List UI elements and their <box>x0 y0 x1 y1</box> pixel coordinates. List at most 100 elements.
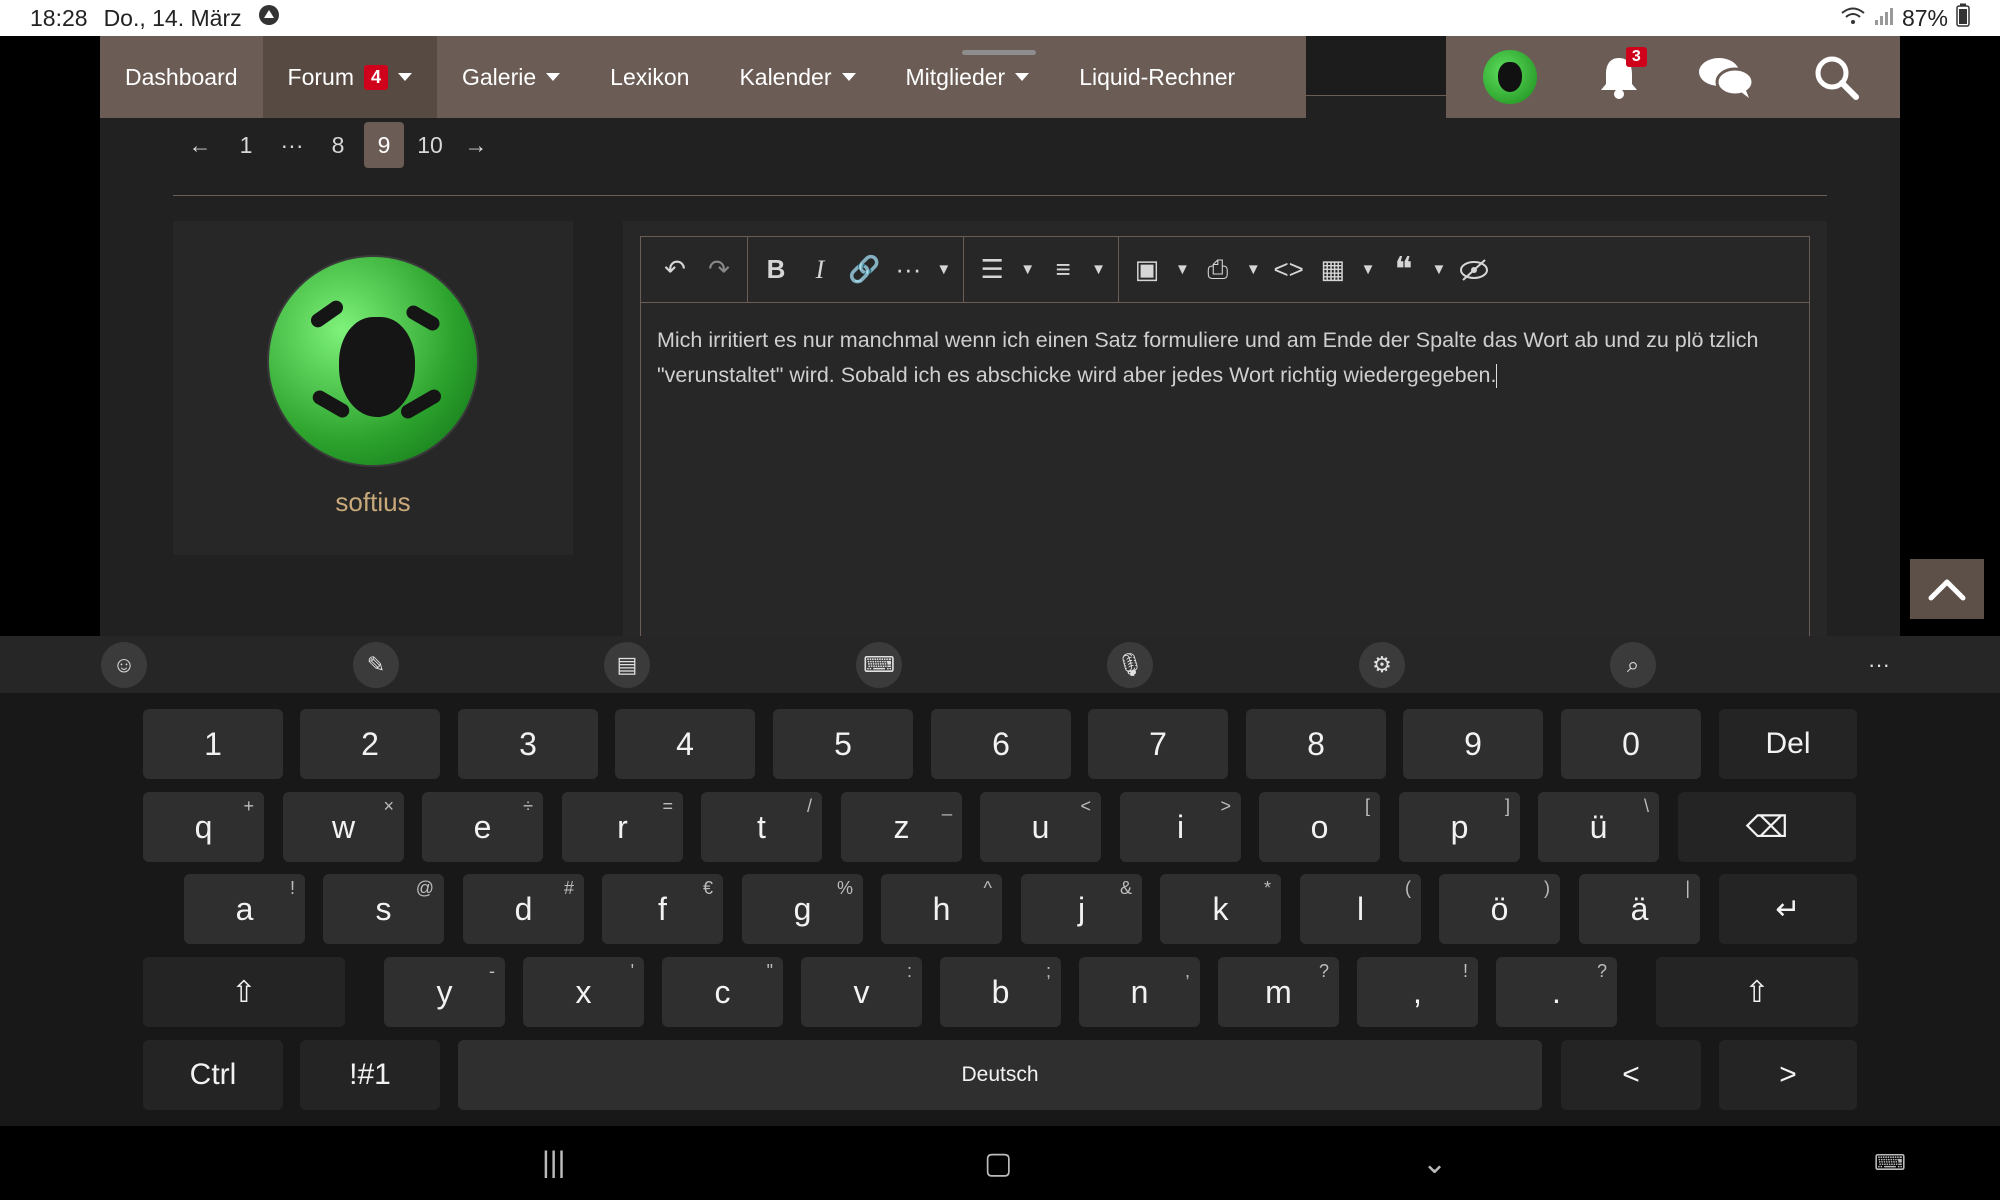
home-icon[interactable]: ▢ <box>984 1146 1012 1181</box>
drag-handle[interactable] <box>962 50 1036 55</box>
conversations-button[interactable] <box>1697 47 1757 107</box>
key-3-7[interactable]: m? <box>1218 957 1339 1027</box>
key-2-8[interactable]: l( <box>1300 874 1421 944</box>
key-2-3[interactable]: f € <box>602 874 723 944</box>
page-8[interactable]: 8 <box>318 122 358 168</box>
key-0-10[interactable]: Del <box>1719 709 1857 779</box>
nav-galerie[interactable]: Galerie <box>437 36 585 118</box>
key-0-1[interactable]: 2 <box>300 709 440 779</box>
key-0-4[interactable]: 5 <box>773 709 913 779</box>
key-2-6[interactable]: j & <box>1021 874 1142 944</box>
key-0-0[interactable]: 1 <box>143 709 283 779</box>
page-10[interactable]: 10 <box>410 122 450 168</box>
key-0-9[interactable]: 0 <box>1561 709 1701 779</box>
key-2-9[interactable]: ö) <box>1439 874 1560 944</box>
key-3-2[interactable]: x ' <box>523 957 644 1027</box>
code-icon[interactable]: <> <box>1269 245 1309 295</box>
chevron-down-icon[interactable]: ▼ <box>1242 245 1265 295</box>
settings-gear-icon[interactable]: ⚙ <box>1359 642 1405 688</box>
key-1-5[interactable]: z _ <box>841 792 962 862</box>
user-avatar[interactable] <box>267 255 479 467</box>
key-3-10[interactable]: ⇧ <box>1656 957 1858 1027</box>
chevron-down-icon[interactable]: ▼ <box>1428 245 1451 295</box>
chevron-down-icon[interactable]: ▼ <box>1016 245 1039 295</box>
chevron-down-icon[interactable]: ▼ <box>932 245 955 295</box>
pagination-next[interactable]: → <box>456 122 496 168</box>
image-icon[interactable]: ▣ <box>1127 245 1167 295</box>
search-button[interactable] <box>1806 47 1866 107</box>
search-icon[interactable]: ⌕ <box>1610 642 1656 688</box>
key-1-7[interactable]: i > <box>1120 792 1241 862</box>
key-0-8[interactable]: 9 <box>1403 709 1543 779</box>
page-1[interactable]: 1 <box>226 122 266 168</box>
keyboard-switch-icon[interactable]: ⌨ <box>1874 1150 1906 1176</box>
user-avatar-button[interactable] <box>1480 47 1540 107</box>
nav-mitglieder[interactable]: Mitglieder <box>881 36 1055 118</box>
scroll-to-top-button[interactable] <box>1910 559 1984 619</box>
key-2-1[interactable]: s @ <box>323 874 444 944</box>
nav-kalender[interactable]: Kalender <box>714 36 880 118</box>
username[interactable]: softius <box>173 487 573 518</box>
nav-forum[interactable]: Forum 4 <box>262 36 437 118</box>
key-1-9[interactable]: p] <box>1399 792 1520 862</box>
chevron-down-icon[interactable]: ▼ <box>1087 245 1110 295</box>
key-2-4[interactable]: g% <box>742 874 863 944</box>
key-1-11[interactable]: ⌫ <box>1678 792 1856 862</box>
key-0-5[interactable]: 6 <box>931 709 1071 779</box>
key-4-4[interactable]: > <box>1719 1040 1857 1110</box>
key-0-3[interactable]: 4 <box>615 709 755 779</box>
quote-icon[interactable]: ❝ <box>1384 245 1424 295</box>
table-icon[interactable]: ▦ <box>1313 245 1353 295</box>
key-1-3[interactable]: r = <box>562 792 683 862</box>
key-4-3[interactable]: < <box>1561 1040 1701 1110</box>
key-2-11[interactable]: ↵ <box>1719 874 1857 944</box>
message-textarea[interactable]: Mich irritiert es nur manchmal wenn ich … <box>640 302 1810 636</box>
hide-keyboard-chevron-icon[interactable]: ⌄ <box>1422 1146 1447 1181</box>
more-options-icon[interactable]: ··· <box>1856 642 1902 688</box>
key-4-2[interactable]: Deutsch <box>458 1040 1542 1110</box>
key-3-6[interactable]: n, <box>1079 957 1200 1027</box>
nav-lexikon[interactable]: Lexikon <box>585 36 714 118</box>
key-2-7[interactable]: k * <box>1160 874 1281 944</box>
key-1-1[interactable]: w × <box>283 792 404 862</box>
key-2-10[interactable]: ä | <box>1579 874 1700 944</box>
key-0-7[interactable]: 8 <box>1246 709 1386 779</box>
key-2-0[interactable]: a! <box>184 874 305 944</box>
key-2-5[interactable]: h ^ <box>881 874 1002 944</box>
key-3-5[interactable]: b; <box>940 957 1061 1027</box>
page-9-current[interactable]: 9 <box>364 122 404 168</box>
link-icon[interactable]: 🔗 <box>844 245 884 295</box>
pagination-prev[interactable]: ← <box>180 122 220 168</box>
emoji-icon[interactable]: ☺ <box>101 642 147 688</box>
key-0-2[interactable]: 3 <box>458 709 598 779</box>
key-3-3[interactable]: c " <box>662 957 783 1027</box>
notifications-button[interactable]: 3 <box>1589 47 1649 107</box>
key-3-4[interactable]: v: <box>801 957 922 1027</box>
key-2-2[interactable]: d # <box>463 874 584 944</box>
nav-liquid-rechner[interactable]: Liquid-Rechner <box>1054 36 1260 118</box>
italic-icon[interactable]: I <box>800 245 840 295</box>
key-3-1[interactable]: y- <box>384 957 505 1027</box>
align-icon[interactable]: ≡ <box>1043 245 1083 295</box>
spoiler-icon[interactable] <box>1454 245 1494 295</box>
nav-dashboard[interactable]: Dashboard <box>100 36 263 118</box>
handwriting-icon[interactable]: ✎ <box>353 642 399 688</box>
key-0-6[interactable]: 7 <box>1088 709 1228 779</box>
list-icon[interactable]: ☰ <box>972 245 1012 295</box>
more-icon[interactable]: ··· <box>888 245 928 295</box>
key-1-6[interactable]: u < <box>980 792 1101 862</box>
redo-icon[interactable]: ↷ <box>699 245 739 295</box>
key-4-0[interactable]: Ctrl <box>143 1040 283 1110</box>
keyboard-mode-icon[interactable]: ⌨ <box>856 642 902 688</box>
key-1-8[interactable]: o[ <box>1259 792 1380 862</box>
chevron-down-icon[interactable]: ▼ <box>1357 245 1380 295</box>
key-1-4[interactable]: t / <box>701 792 822 862</box>
chevron-down-icon[interactable]: ▼ <box>1171 245 1194 295</box>
undo-icon[interactable]: ↶ <box>655 245 695 295</box>
key-3-0[interactable]: ⇧ <box>143 957 345 1027</box>
page-ellipsis[interactable]: ··· <box>272 122 312 168</box>
bold-icon[interactable]: B <box>756 245 796 295</box>
media-icon[interactable]: ⎙ <box>1198 245 1238 295</box>
key-4-1[interactable]: !#1 <box>300 1040 440 1110</box>
key-1-10[interactable]: ü \ <box>1538 792 1659 862</box>
